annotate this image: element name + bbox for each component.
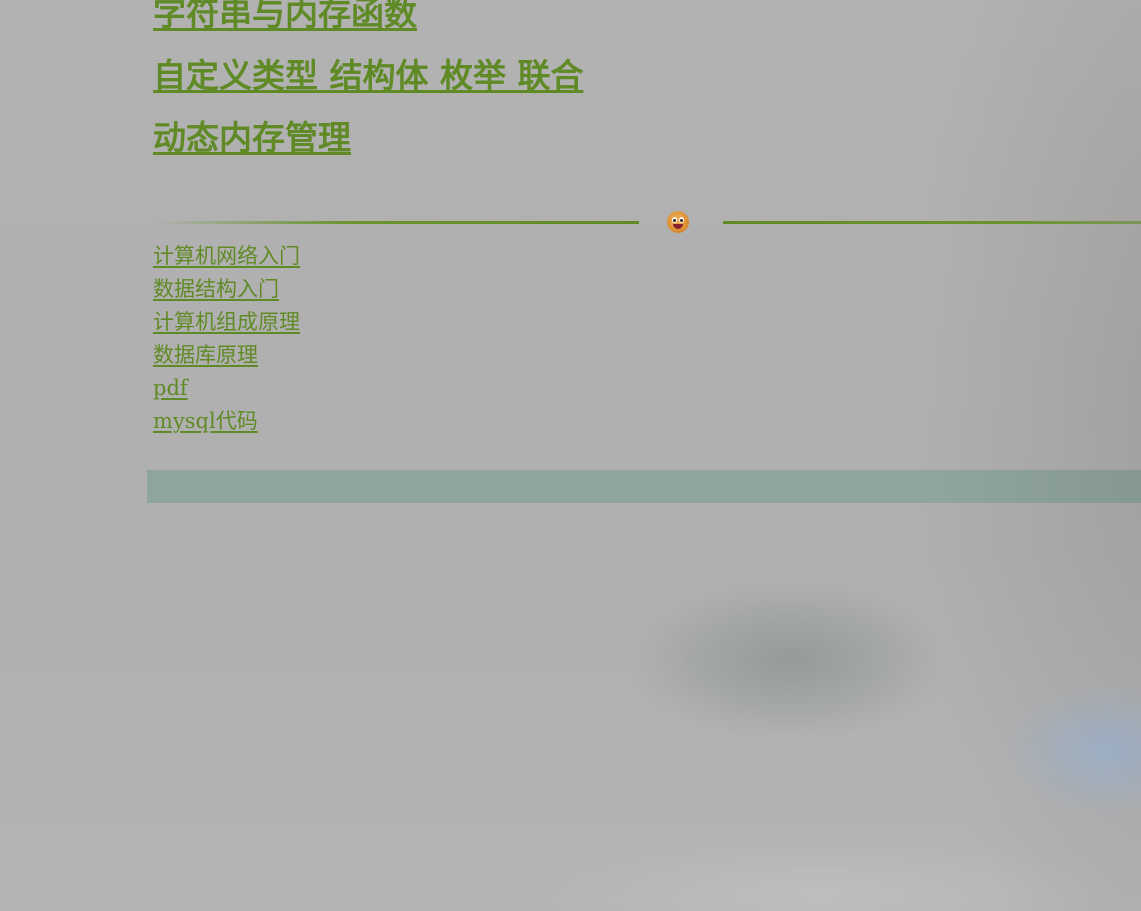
list-item: 计算机网络入门 (153, 240, 300, 273)
link-computer-networks[interactable]: 计算机网络入门 (153, 244, 300, 268)
divider-line-left (153, 221, 639, 224)
link-computer-organization[interactable]: 计算机组成原理 (153, 310, 300, 334)
list-item: mysql代码 (153, 405, 300, 438)
link-mysql-code[interactable]: mysql代码 (153, 409, 258, 433)
heading-link-string-memory-functions[interactable]: 字符串与内存函数 (153, 0, 417, 34)
content-footer-bar (147, 470, 1141, 503)
link-list: 计算机网络入门 数据结构入门 计算机组成原理 数据库原理 pdf mysql代码 (153, 240, 300, 438)
heading-link-custom-types[interactable]: 自定义类型 结构体 枚举 联合 (153, 56, 583, 96)
list-item: 数据结构入门 (153, 273, 300, 306)
divider-line-right (723, 221, 1141, 224)
list-item: pdf (153, 372, 300, 405)
heading-link-dynamic-memory[interactable]: 动态内存管理 (153, 118, 351, 158)
emoji-eye-left (672, 217, 677, 223)
emoji-mouth (673, 224, 683, 229)
link-database-principles[interactable]: 数据库原理 (153, 343, 258, 367)
link-data-structures[interactable]: 数据结构入门 (153, 277, 279, 301)
grinning-face-emoji-icon (667, 211, 689, 233)
section-divider (153, 210, 1141, 236)
list-item: 计算机组成原理 (153, 306, 300, 339)
emoji-eye-right (679, 217, 684, 223)
link-pdf[interactable]: pdf (153, 376, 188, 400)
list-item: 数据库原理 (153, 339, 300, 372)
